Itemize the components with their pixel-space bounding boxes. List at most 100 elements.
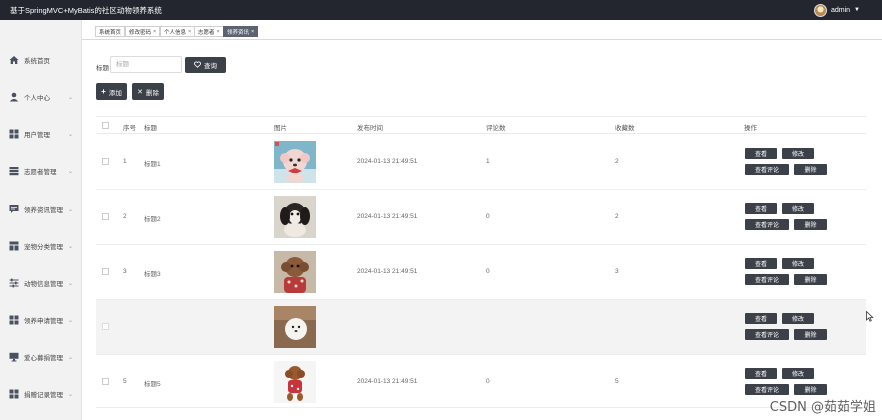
row-comments: 0 (486, 268, 490, 275)
view-comments-button[interactable]: 查看评论 (745, 329, 789, 340)
view-comments-button[interactable]: 查看评论 (745, 219, 789, 230)
view-button[interactable]: 查看 (745, 313, 777, 324)
row-checkbox[interactable] (102, 213, 109, 220)
sidebar-item-news[interactable]: 领养资讯管理 ⌄ (0, 198, 82, 220)
close-icon[interactable]: × (153, 29, 156, 35)
close-icon[interactable]: × (217, 29, 220, 35)
sidebar-item-profile[interactable]: 个人中心 ⌄ (0, 86, 82, 108)
row-comments: 1 (486, 158, 490, 165)
tab-profile[interactable]: 个人信息 × (160, 26, 196, 37)
home-icon (9, 55, 19, 65)
edit-button[interactable]: 修改 (782, 258, 814, 269)
close-icon: ✕ (137, 88, 143, 96)
row-index: 1 (123, 158, 127, 165)
edit-button[interactable]: 修改 (782, 368, 814, 379)
sidebar-item-label: 个人中心 (24, 95, 50, 102)
row-publish-time: 2024-01-13 21:49:51 (357, 378, 418, 385)
sidebar-item-animal-info[interactable]: 动物信息管理 ⌄ (0, 272, 82, 294)
view-button[interactable]: 查看 (745, 148, 777, 159)
tab-bar: 系统首页 修改密码 × 个人信息 × 志愿者 × 领养资讯 × (82, 20, 882, 40)
row-image (274, 361, 316, 403)
tab-label: 修改密码 (129, 29, 152, 36)
view-comments-button[interactable]: 查看评论 (745, 164, 789, 175)
sidebar-item-label: 系统首页 (24, 58, 50, 65)
row-publish-time: 2024-01-13 21:49:51 (357, 213, 418, 220)
delete-row-button[interactable]: 删除 (794, 329, 827, 340)
row-title: 标题2 (144, 216, 161, 223)
row-favorites: 2 (615, 158, 619, 165)
chevron-down-icon: ⌄ (67, 243, 73, 250)
close-icon[interactable]: × (188, 29, 191, 35)
add-button-label: 添加 (108, 89, 122, 97)
caret-down-icon[interactable]: ▼ (854, 7, 860, 13)
row-index: 5 (123, 378, 127, 385)
table-row: 查看 修改 查看评论 删除 (96, 300, 866, 355)
message-icon (9, 204, 19, 214)
tab-label: 领养资讯 (227, 29, 250, 36)
sidebar-item-home[interactable]: 系统首页 (0, 49, 82, 71)
header-actions: 操作 (744, 125, 757, 132)
grid-icon (9, 129, 19, 139)
row-title: 标题1 (144, 161, 161, 168)
row-image (274, 141, 316, 183)
header-favorites: 收藏数 (615, 125, 635, 132)
view-button[interactable]: 查看 (745, 258, 777, 269)
row-publish-time: 2024-01-13 21:49:51 (357, 268, 418, 275)
search-button[interactable]: 查询 (185, 57, 226, 73)
delete-row-button[interactable]: 删除 (794, 384, 827, 395)
tab-volunteers[interactable]: 志愿者 × (194, 26, 224, 37)
row-image (274, 196, 316, 238)
sidebar-item-pet-category[interactable]: 宠物分类管理 ⌄ (0, 235, 82, 257)
chevron-down-icon: ⌄ (67, 280, 73, 287)
tab-home[interactable]: 系统首页 (95, 26, 126, 37)
row-checkbox[interactable] (102, 268, 109, 275)
view-button[interactable]: 查看 (745, 368, 777, 379)
row-favorites: 2 (615, 213, 619, 220)
table-row: 2 标题2 2024-01-13 21:49:51 0 2 查看 修改 查看评论… (96, 190, 866, 245)
row-checkbox[interactable] (102, 378, 109, 385)
row-checkbox[interactable] (102, 323, 109, 330)
edit-button[interactable]: 修改 (782, 203, 814, 214)
user-menu[interactable]: admin ▼ (813, 3, 860, 17)
list-icon (9, 241, 19, 251)
plus-icon: + (101, 87, 106, 96)
delete-row-button[interactable]: 删除 (794, 274, 827, 285)
user-name[interactable]: admin (831, 7, 850, 14)
edit-button[interactable]: 修改 (782, 148, 814, 159)
sidebar-item-donations[interactable]: 爱心募捐管理 ⌄ (0, 346, 82, 368)
view-comments-button[interactable]: 查看评论 (745, 274, 789, 285)
sidebar-item-adoption-requests[interactable]: 领养申请管理 ⌄ (0, 309, 82, 331)
header-title: 标题 (144, 125, 157, 132)
edit-button[interactable]: 修改 (782, 313, 814, 324)
tab-adoption-news[interactable]: 领养资讯 × (223, 26, 259, 37)
tab-label: 系统首页 (99, 29, 122, 36)
search-input[interactable] (110, 56, 182, 73)
view-button[interactable]: 查看 (745, 203, 777, 214)
row-publish-time: 2024-01-13 21:49:51 (357, 158, 418, 165)
avatar[interactable] (813, 3, 827, 17)
sidebar-item-label: 领养资讯管理 (24, 207, 63, 214)
tab-change-password[interactable]: 修改密码 × (125, 26, 161, 37)
delete-row-button[interactable]: 删除 (794, 219, 827, 230)
chevron-down-icon: ⌄ (67, 354, 73, 361)
chevron-down-icon: ⌄ (67, 317, 73, 324)
sidebar-item-volunteers[interactable]: 志愿者管理 ⌄ (0, 160, 82, 182)
user-icon (9, 92, 19, 102)
header-image: 图片 (274, 125, 287, 132)
select-all-checkbox[interactable] (102, 122, 109, 129)
delete-row-button[interactable]: 删除 (794, 164, 827, 175)
header-publish-time: 发布时间 (357, 125, 383, 132)
view-comments-button[interactable]: 查看评论 (745, 384, 789, 395)
row-checkbox[interactable] (102, 158, 109, 165)
sidebar-item-label: 宠物分类管理 (24, 244, 63, 251)
sidebar-item-label: 领养申请管理 (24, 318, 63, 325)
sidebar-item-label: 动物信息管理 (24, 281, 63, 288)
close-icon[interactable]: × (251, 29, 254, 35)
grid-icon (9, 315, 19, 325)
add-button[interactable]: + 添加 (96, 83, 127, 100)
row-favorites: 3 (615, 268, 619, 275)
sidebar-item-donation-records[interactable]: 捐赠记录管理 ⌄ (0, 383, 82, 405)
header-index: 序号 (123, 125, 136, 132)
delete-button[interactable]: ✕ 删除 (132, 83, 164, 100)
sidebar-item-users[interactable]: 用户管理 ⌄ (0, 123, 82, 145)
